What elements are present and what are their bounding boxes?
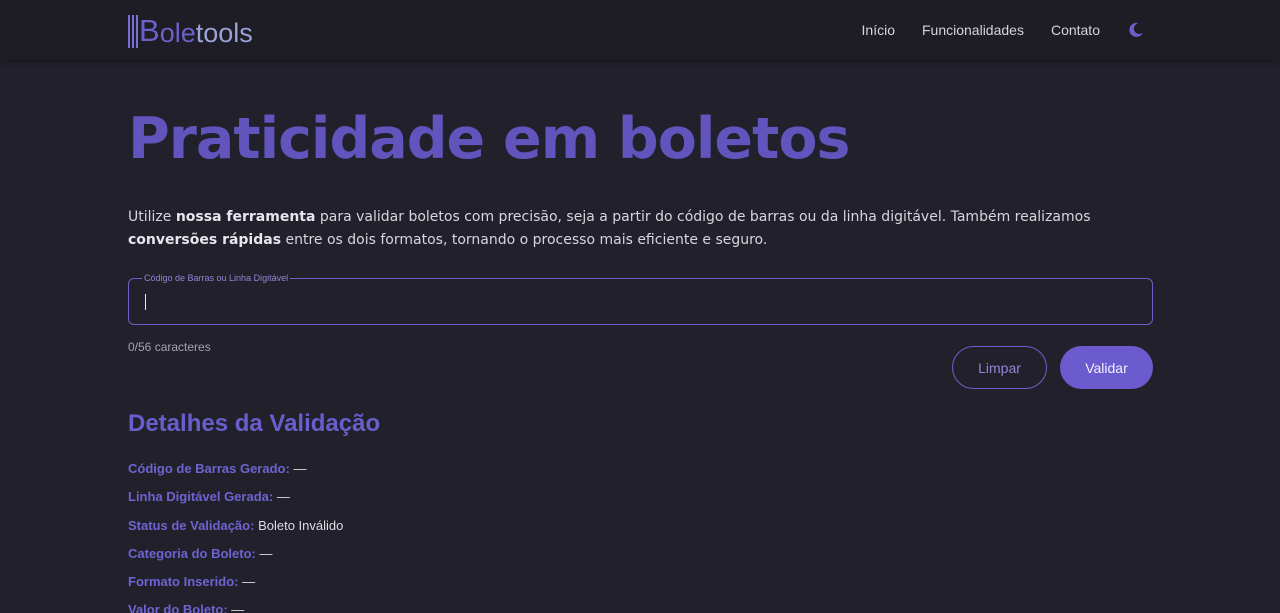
detail-row-barcode: Código de Barras Gerado: — — [128, 460, 343, 488]
detail-key: Formato Inserido: — [128, 574, 239, 590]
intro-bold-2: conversões rápidas — [128, 232, 282, 248]
character-counter: 0/56 caracteres — [128, 340, 211, 354]
detail-row-digitable-line: Linha Digitável Gerada: — — [128, 488, 343, 516]
logo-text-ole: ole — [159, 18, 196, 48]
validate-button[interactable]: Validar — [1060, 346, 1153, 389]
detail-row-status: Status de Validação: Boleto Inválido — [128, 517, 343, 545]
detail-value: — — [276, 489, 290, 505]
detail-value: — — [242, 574, 256, 590]
validation-details-list: Código de Barras Gerado: — Linha Digitáv… — [128, 460, 343, 613]
detail-row-format: Formato Inserido: — — [128, 573, 343, 601]
intro-paragraph: Utilize nossa ferramenta para validar bo… — [128, 206, 1158, 252]
intro-bold-1: nossa ferramenta — [175, 209, 316, 225]
clear-button[interactable]: Limpar — [952, 346, 1047, 389]
barcode-input-field[interactable]: Código de Barras ou Linha Digitável — [128, 272, 1153, 325]
moon-icon[interactable] — [1128, 22, 1144, 38]
detail-value: Boleto Inválido — [258, 517, 344, 533]
detail-value: — — [259, 545, 273, 561]
nav-link-contato[interactable]: Contato — [1051, 22, 1100, 38]
hero-title: Praticidade em boletos — [128, 106, 850, 172]
validation-details-title: Detalhes da Validação — [128, 410, 381, 437]
top-navbar: B ole tools Início Funcionalidades Conta… — [0, 0, 1280, 60]
text-caret — [145, 294, 146, 310]
barcode-input[interactable] — [143, 289, 1133, 315]
intro-text-1: Utilize — [128, 209, 176, 225]
detail-row-category: Categoria do Boleto: — — [128, 545, 343, 573]
logo-letter-b: B — [139, 13, 160, 48]
detail-key: Linha Digitável Gerada: — [128, 489, 274, 505]
detail-key: Código de Barras Gerado: — [128, 461, 290, 476]
nav-link-inicio[interactable]: Início — [862, 22, 895, 38]
detail-value: — — [293, 461, 307, 476]
nav-link-funcionalidades[interactable]: Funcionalidades — [922, 22, 1024, 38]
boletools-logo[interactable]: B ole tools — [128, 12, 253, 48]
barcode-input-label: Código de Barras ou Linha Digitável — [142, 272, 291, 284]
detail-key: Valor do Boleto: — [128, 602, 228, 613]
logo-text-tools: tools — [195, 18, 253, 48]
barcode-logo-icon — [128, 15, 138, 48]
detail-key: Status de Validação: — [128, 517, 255, 533]
main-nav: Início Funcionalidades Contato — [862, 0, 1144, 60]
detail-value: — — [231, 602, 245, 613]
intro-text-2: para validar boletos com precisão, seja … — [315, 209, 1091, 225]
detail-key: Categoria do Boleto: — [128, 545, 256, 561]
intro-text-3: entre os dois formatos, tornando o proce… — [281, 232, 768, 248]
detail-row-amount: Valor do Boleto: — — [128, 601, 343, 613]
